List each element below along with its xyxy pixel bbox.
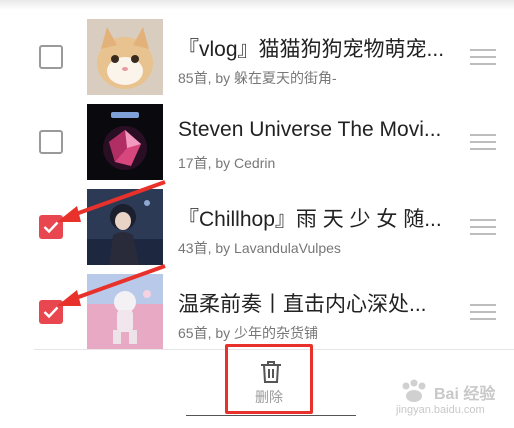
- playlist-title[interactable]: Steven Universe The Movi...: [178, 118, 448, 142]
- annotation-arrow-icon: [57, 264, 166, 306]
- drag-handle-icon[interactable]: [470, 134, 496, 150]
- playlist-cover: [87, 104, 163, 180]
- playlist-title[interactable]: 温柔前奏丨直击内心深处...: [178, 288, 448, 318]
- select-checkbox[interactable]: [39, 130, 63, 154]
- baidu-watermark: Bai 经验 jingyan.baidu.com: [396, 376, 508, 420]
- playlist-edit-screen: 『vlog』猫猫狗狗宠物萌宠... 85首, by 躲在夏天的街角- Steve…: [0, 0, 514, 428]
- playlist-meta: 17首, by Cedrin: [178, 155, 276, 171]
- paw-logo-icon: [402, 379, 426, 402]
- trash-icon: [261, 361, 281, 383]
- playlist-row[interactable]: Steven Universe The Movi... 17首, by Cedr…: [0, 101, 514, 185]
- playlist-title[interactable]: 『Chillhop』雨 天 少 女 随...: [178, 203, 448, 233]
- playlist-cover: [87, 19, 163, 95]
- home-indicator: [186, 415, 356, 416]
- playlist-title[interactable]: 『vlog』猫猫狗狗宠物萌宠...: [178, 33, 448, 63]
- watermark-text: Bai 经验: [434, 386, 496, 403]
- delete-label: 删除: [255, 389, 283, 405]
- playlist-meta: 43首, by LavandulaVulpes: [178, 240, 341, 256]
- playlist-row[interactable]: 『vlog』猫猫狗狗宠物萌宠... 85首, by 躲在夏天的街角-: [0, 16, 514, 100]
- playlist-meta: 65首, by 少年的杂货铺: [178, 325, 319, 341]
- delete-button[interactable]: 删除: [225, 344, 313, 414]
- drag-handle-icon[interactable]: [470, 49, 496, 65]
- select-checkbox[interactable]: [39, 45, 63, 69]
- playlist-meta: 85首, by 躲在夏天的街角-: [178, 70, 337, 86]
- watermark-url: jingyan.baidu.com: [396, 404, 485, 416]
- drag-handle-icon[interactable]: [470, 219, 496, 235]
- drag-handle-icon[interactable]: [470, 304, 496, 320]
- top-edge: [0, 0, 514, 10]
- annotation-arrow-icon: [57, 180, 166, 222]
